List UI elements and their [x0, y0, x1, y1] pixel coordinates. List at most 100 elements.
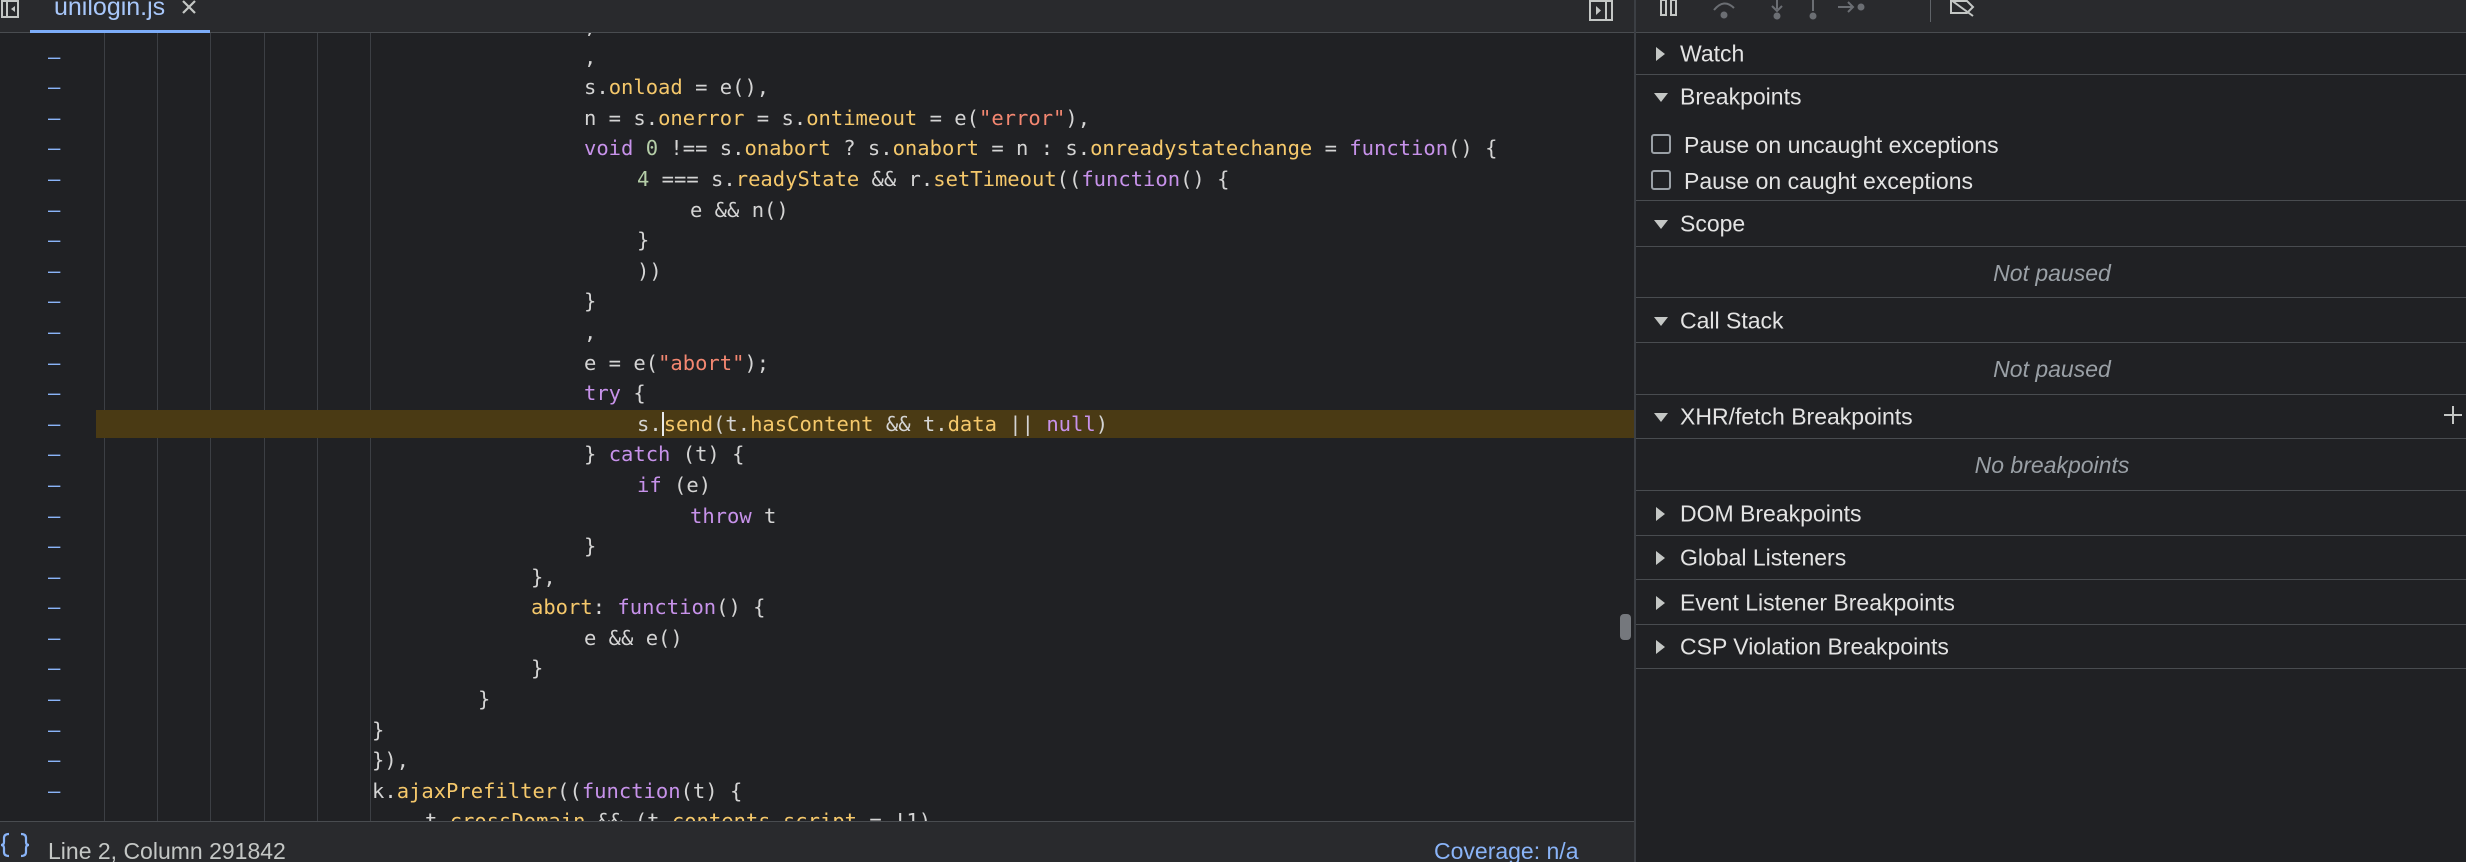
line-gutter-marker[interactable]: – [48, 776, 60, 807]
line-gutter-marker[interactable]: – [48, 684, 60, 715]
code-line[interactable]: – try { [0, 378, 1634, 409]
code-line[interactable]: – t.crossDomain && (t.contents.script = !… [0, 806, 1634, 821]
line-gutter-marker[interactable]: – [48, 33, 60, 42]
code-line[interactable]: –, [0, 42, 1634, 73]
step-over-icon[interactable] [1710, 0, 1740, 24]
section-header-watch[interactable]: Watch [1636, 33, 2466, 74]
code-token: void [584, 136, 634, 161]
dom-breakpoints-section: DOM Breakpoints [1636, 492, 2466, 536]
code-line-current[interactable]: – s.send(t.hasContent && t.data || null) [0, 409, 1634, 440]
pretty-print-icon[interactable] [0, 832, 30, 858]
line-gutter-marker[interactable]: – [48, 623, 60, 654]
line-gutter-marker[interactable]: – [48, 745, 60, 776]
code-line[interactable]: – n = s.onerror = s.ontimeout = e("error"… [0, 103, 1634, 134]
close-icon[interactable] [177, 0, 201, 19]
line-gutter-marker[interactable]: – [48, 286, 60, 317]
code-text: if (e) [637, 470, 711, 501]
code-line[interactable]: – k.ajaxPrefilter((function(t) { [0, 776, 1634, 807]
code-line[interactable]: –}, [0, 562, 1634, 593]
code-line[interactable]: –} [0, 225, 1634, 256]
code-line[interactable]: –)) [0, 256, 1634, 287]
line-gutter-marker[interactable]: – [48, 103, 60, 134]
code-line[interactable]: – 4 === s.readyState && r.setTimeout((fun… [0, 164, 1634, 195]
section-title: Breakpoints [1680, 83, 1802, 110]
section-header-breakpoints[interactable]: Breakpoints [1636, 76, 2466, 118]
pause-caught-checkbox[interactable] [1651, 170, 1671, 190]
line-gutter-marker[interactable]: – [48, 531, 60, 562]
step-out-icon[interactable] [1798, 0, 1828, 24]
pause-caught-label[interactable]: Pause on caught exceptions [1684, 168, 1973, 195]
code-line[interactable]: – s.onload = e(), [0, 72, 1634, 103]
vertical-scrollbar[interactable] [1620, 614, 1631, 640]
line-gutter-marker[interactable]: – [48, 653, 60, 684]
code-line[interactable]: –} [0, 653, 1634, 684]
line-gutter-marker[interactable]: – [48, 72, 60, 103]
code-token: () { [716, 595, 766, 620]
code-line[interactable]: –, [0, 33, 1634, 42]
scope-status: Not paused [1636, 248, 2466, 298]
code-line[interactable]: – throw t [0, 501, 1634, 532]
code-token: e && e() [584, 625, 683, 650]
code-token: function [1081, 166, 1181, 191]
code-line[interactable]: – if (e) [0, 470, 1634, 501]
line-gutter-marker[interactable]: – [48, 439, 60, 470]
line-gutter-marker[interactable]: – [48, 164, 60, 195]
line-gutter-marker[interactable]: – [48, 225, 60, 256]
editor-tab-bar: unilogin.js [0, 0, 1634, 33]
line-gutter-marker[interactable]: – [48, 317, 60, 348]
section-header-global[interactable]: Global Listeners [1636, 537, 2466, 579]
line-gutter-marker[interactable]: – [48, 592, 60, 623]
line-gutter-marker[interactable]: – [48, 348, 60, 379]
add-icon[interactable] [2442, 404, 2464, 426]
code-line[interactable]: –} [0, 684, 1634, 715]
section-header-scope[interactable]: Scope [1636, 202, 2466, 246]
code-line[interactable]: – e = e("abort"); [0, 348, 1634, 379]
code-line[interactable]: –} [0, 286, 1634, 317]
line-gutter-marker[interactable]: – [48, 470, 60, 501]
step-into-icon[interactable] [1762, 0, 1792, 24]
section-header-csp[interactable]: CSP Violation Breakpoints [1636, 626, 2466, 668]
code-line[interactable]: –} [0, 715, 1634, 746]
code-area[interactable]: –,–,–s.onload = e(),–n = s.onerror = s.o… [0, 33, 1634, 821]
pause-uncaught-checkbox[interactable] [1651, 134, 1671, 154]
code-line[interactable]: –} catch (t) { [0, 439, 1634, 470]
line-gutter-marker[interactable]: – [48, 501, 60, 532]
code-line[interactable]: –} [0, 531, 1634, 562]
line-gutter-marker[interactable]: – [48, 715, 60, 746]
code-line[interactable]: – abort: function() { [0, 592, 1634, 623]
code-line[interactable]: –}), [0, 745, 1634, 776]
line-gutter-marker[interactable]: – [48, 409, 60, 440]
section-header-dom[interactable]: DOM Breakpoints [1636, 492, 2466, 535]
section-header-call-stack[interactable]: Call Stack [1636, 299, 2466, 342]
line-gutter-marker[interactable]: – [48, 256, 60, 287]
section-header-event[interactable]: Event Listener Breakpoints [1636, 581, 2466, 624]
code-text: }, [531, 562, 556, 593]
deactivate-breakpoints-icon[interactable] [1948, 0, 1978, 24]
code-token: onerror [658, 105, 745, 130]
line-gutter-marker[interactable]: – [48, 378, 60, 409]
step-icon[interactable] [1836, 0, 1866, 24]
code-line[interactable]: – e && n() [0, 195, 1634, 226]
code-text: } [637, 225, 649, 256]
code-line[interactable]: – e && e() [0, 623, 1634, 654]
code-text: e && e() [584, 623, 683, 654]
line-gutter-marker[interactable]: – [48, 133, 60, 164]
tab-unilogin-js[interactable]: unilogin.js [30, 0, 210, 33]
line-gutter-marker[interactable]: – [48, 806, 60, 821]
editor-status-bar: Line 2, Column 291842 Coverage: n/a [0, 821, 1634, 862]
code-token: = e( [917, 105, 979, 130]
pause-icon[interactable] [1656, 0, 1686, 24]
section-header-xhr[interactable]: XHR/fetch Breakpoints [1636, 396, 2466, 438]
code-line[interactable]: – void 0 !== s.onabort ? s.onabort = n : … [0, 133, 1634, 164]
code-token: readyState [735, 166, 860, 191]
line-gutter-marker[interactable]: – [48, 42, 60, 73]
pause-uncaught-label[interactable]: Pause on uncaught exceptions [1684, 132, 1999, 159]
line-gutter-marker[interactable]: – [48, 195, 60, 226]
toggle-navigator-icon[interactable] [0, 0, 30, 20]
line-gutter-marker[interactable]: – [48, 562, 60, 593]
coverage-link[interactable]: Coverage: n/a [1434, 838, 1578, 862]
toggle-debugger-icon[interactable] [1586, 0, 1616, 22]
code-line[interactable]: –, [0, 317, 1634, 348]
code-text: , [584, 33, 596, 42]
code-token: (t. [713, 411, 751, 436]
